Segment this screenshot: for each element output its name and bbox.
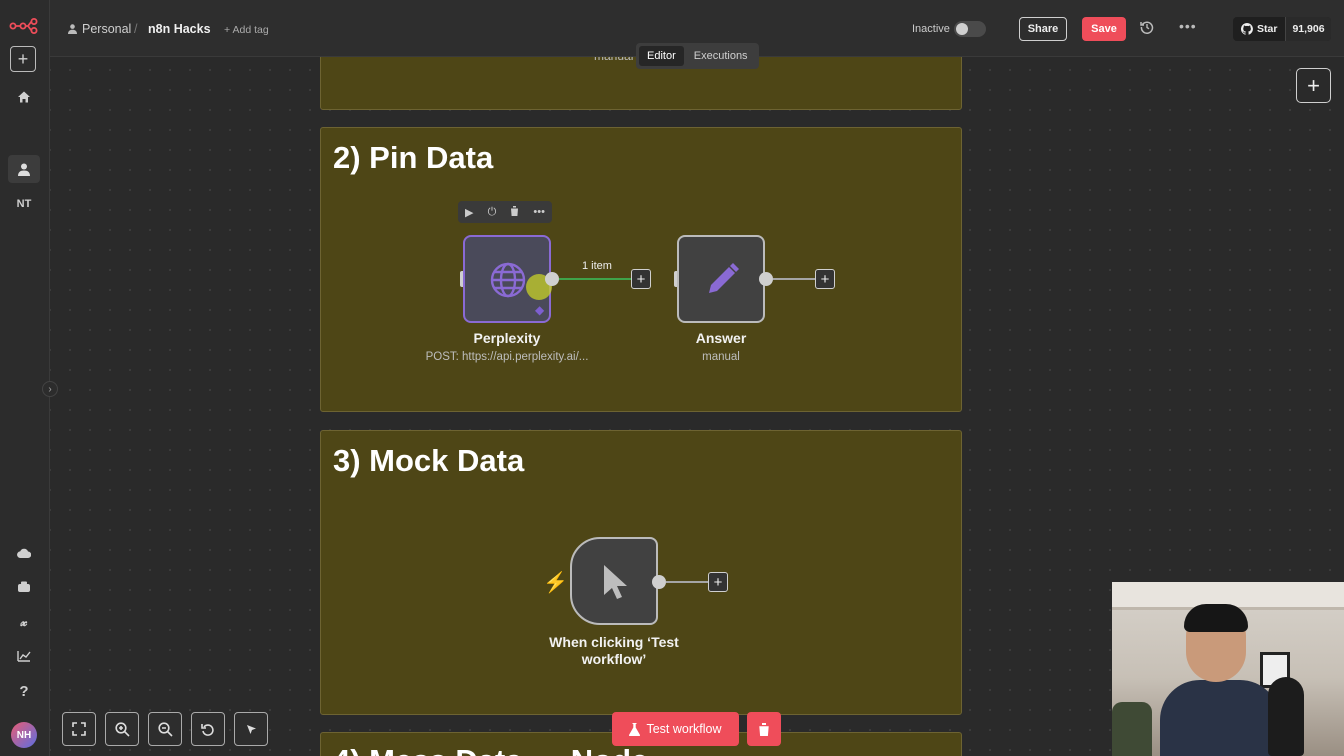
sticky-title-pin-data: 2) Pin Data: [333, 140, 494, 175]
trash-icon: [758, 722, 770, 736]
editor-tabs: Editor Executions: [636, 43, 759, 69]
answer-output-line: [773, 278, 815, 280]
project-initials[interactable]: NT: [8, 190, 40, 218]
project-name: Personal: [82, 22, 132, 36]
perplexity-node-subtitle: POST: https://api.perplexity.ai/...: [425, 351, 589, 363]
save-button[interactable]: Save: [1082, 17, 1126, 41]
sticky-title-mock-data: 3) Mock Data: [333, 443, 525, 478]
zoom-in-button[interactable]: [105, 712, 139, 746]
undo-icon: [201, 724, 214, 736]
connection-perplexity-answer[interactable]: [559, 278, 631, 280]
trigger-node-title-line2: workflow’: [581, 651, 647, 667]
breadcrumb-project[interactable]: Personal: [68, 22, 131, 36]
test-workflow-button[interactable]: Test workflow: [612, 712, 739, 746]
more-options-icon[interactable]: •••: [1179, 18, 1197, 34]
execute-node-icon[interactable]: ▶: [465, 206, 473, 219]
delete-node-icon[interactable]: [510, 205, 520, 219]
user-avatar[interactable]: NH: [11, 722, 37, 748]
trigger-add-node-button[interactable]: +: [708, 572, 728, 592]
share-button[interactable]: Share: [1019, 17, 1067, 41]
answer-output-handle[interactable]: [759, 272, 773, 286]
node-toolbar: ▶ ⏻ •••: [458, 201, 552, 223]
trigger-node-title: When clicking ‘Test workflow’: [534, 634, 694, 668]
tab-editor[interactable]: Editor: [639, 46, 684, 66]
connection-add-node-button[interactable]: +: [631, 269, 651, 289]
active-toggle[interactable]: [954, 21, 986, 37]
globe-icon: [490, 262, 526, 298]
github-star-label: Star: [1257, 23, 1278, 35]
trigger-output-handle[interactable]: [652, 575, 666, 589]
history-icon[interactable]: [1140, 20, 1154, 37]
github-star-count: 91,906: [1285, 17, 1331, 41]
breadcrumb-separator: /: [134, 22, 138, 36]
webcam-overlay: [1112, 582, 1344, 756]
reset-zoom-button[interactable]: [191, 712, 225, 746]
workflow-name[interactable]: n8n Hacks: [148, 22, 211, 36]
deactivate-node-icon[interactable]: ⏻: [488, 206, 497, 219]
add-node-button[interactable]: +: [1296, 68, 1331, 103]
insights-chart-icon[interactable]: [8, 642, 40, 670]
trigger-node-title-line1: When clicking ‘Test: [549, 634, 679, 650]
manual-trigger-node[interactable]: [570, 537, 658, 625]
sticky-title-4: 4) Mess Data … Node: [333, 743, 648, 756]
clear-execution-button[interactable]: [747, 712, 781, 746]
answer-node-subtitle: manual: [702, 351, 740, 363]
pointer-icon: [604, 565, 627, 599]
help-icon[interactable]: ?: [8, 677, 40, 705]
fit-view-icon: [72, 722, 86, 736]
answer-add-node-button[interactable]: +: [815, 269, 835, 289]
templates-icon[interactable]: [8, 573, 40, 601]
zoom-out-icon: [157, 721, 173, 737]
variables-icon[interactable]: 𝔁: [8, 608, 40, 636]
zoom-in-icon: [114, 721, 130, 737]
perplexity-output-handle[interactable]: [545, 272, 559, 286]
pinned-data-icon: ◆: [535, 303, 545, 317]
answer-node-title: Answer: [695, 330, 747, 346]
perplexity-node-title: Perplexity: [473, 330, 541, 346]
cursor-sparkle-icon: [247, 725, 256, 734]
flask-icon: [629, 722, 641, 736]
add-tag-link[interactable]: + Add tag: [224, 24, 269, 36]
cloud-icon[interactable]: [8, 539, 40, 567]
answer-node[interactable]: [677, 235, 765, 323]
zoom-out-button[interactable]: [148, 712, 182, 746]
github-icon: [1241, 23, 1253, 35]
tidy-up-button[interactable]: [234, 712, 268, 746]
github-star-button[interactable]: Star 91,906: [1233, 17, 1331, 41]
trigger-bolt-icon: ⚡: [543, 572, 568, 594]
pencil-icon: [709, 263, 739, 293]
node-more-icon[interactable]: •••: [533, 206, 545, 218]
sidebar-collapse-chevron-icon[interactable]: ›: [42, 381, 58, 397]
active-status-label: Inactive: [912, 23, 950, 35]
connection-item-count: 1 item: [582, 260, 612, 272]
trigger-output-line: [666, 581, 708, 583]
add-button[interactable]: +: [10, 46, 36, 72]
zoom-to-fit-button[interactable]: [62, 712, 96, 746]
left-sidebar: + NT 𝔁 ? NH: [0, 0, 50, 756]
user-icon[interactable]: [8, 155, 40, 183]
tab-executions[interactable]: Executions: [686, 46, 756, 66]
test-workflow-label: Test workflow: [646, 722, 722, 736]
person-icon: [68, 24, 77, 34]
n8n-logo-icon[interactable]: [8, 12, 40, 40]
home-icon[interactable]: [8, 83, 40, 111]
